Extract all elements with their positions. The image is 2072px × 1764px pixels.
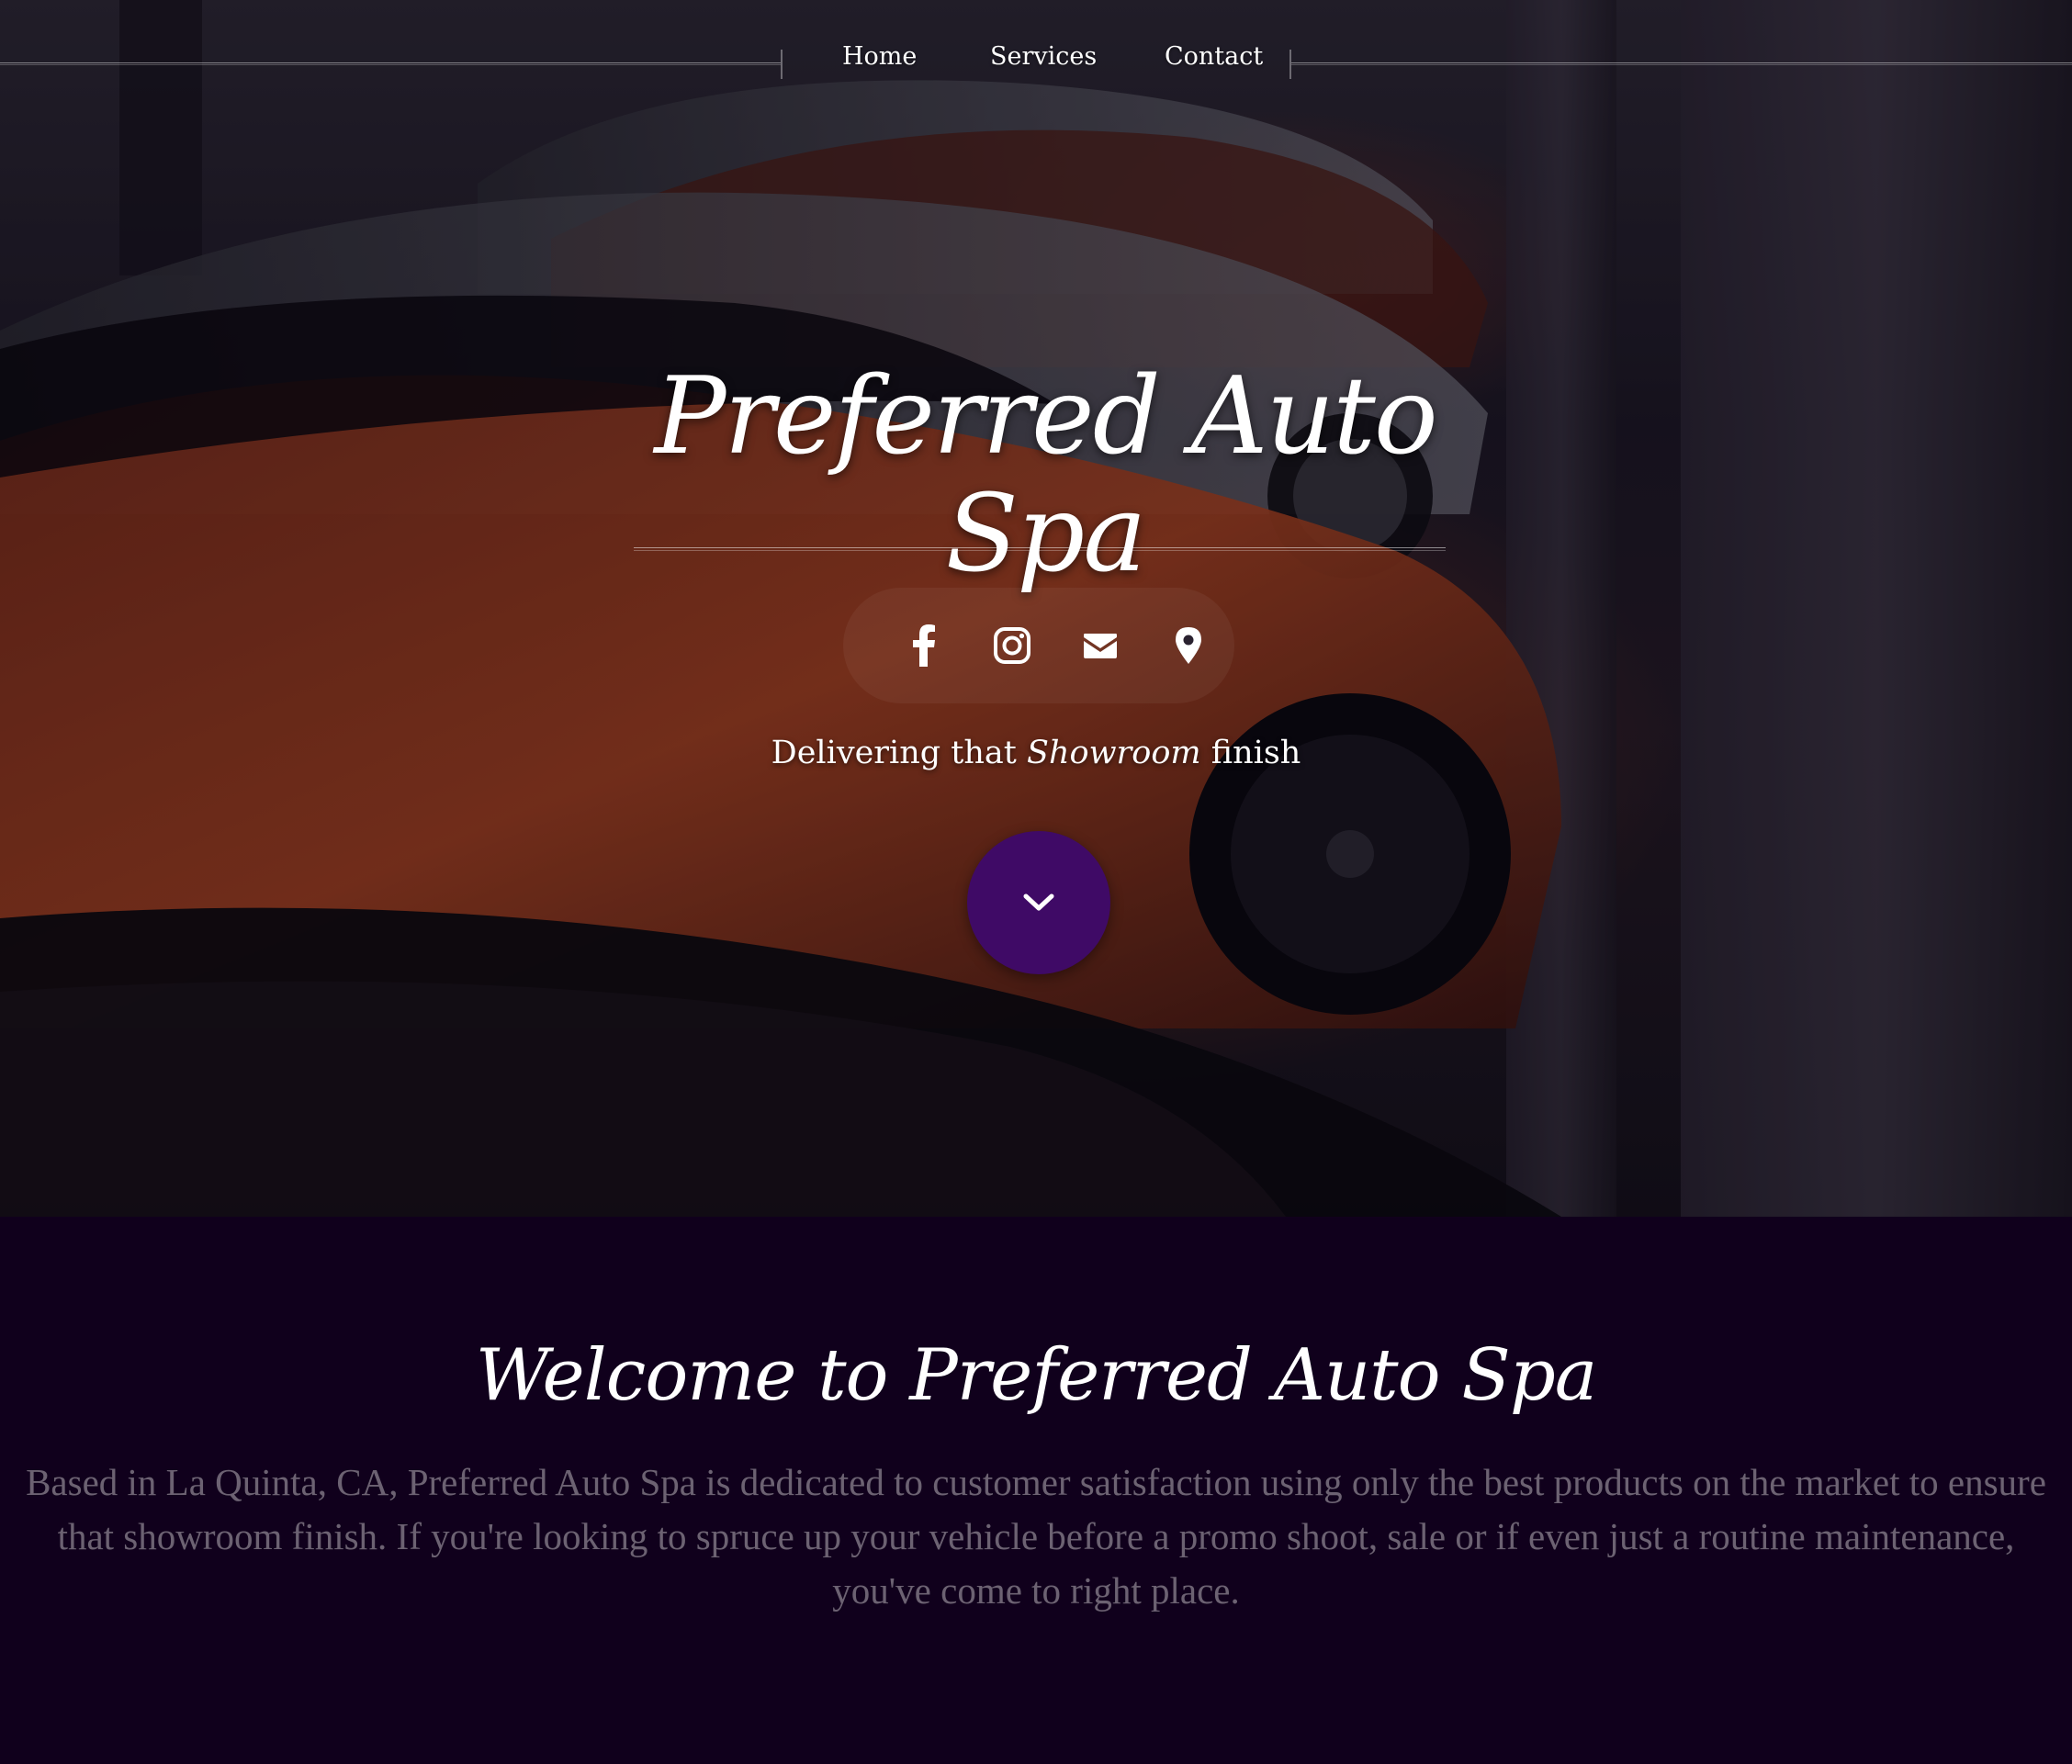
social-links: [843, 588, 1234, 703]
email-icon[interactable]: [1078, 624, 1122, 668]
welcome-body: Based in La Quinta, CA, Preferred Auto S…: [26, 1461, 2046, 1612]
hero-tagline: Delivering that Showroom finish: [735, 735, 1337, 771]
tagline-end: finish: [1211, 735, 1301, 771]
nav-divider-left: [0, 62, 781, 65]
brand-divider: [634, 547, 1446, 551]
instagram-icon[interactable]: [990, 624, 1034, 668]
tagline-emphasis: Showroom: [1026, 735, 1201, 771]
nav-separator-left: [781, 50, 783, 79]
location-pin-icon[interactable]: [1166, 624, 1211, 668]
welcome-section: Welcome to Preferred Auto Spa Based in L…: [0, 1217, 2072, 1764]
scroll-down-button[interactable]: [967, 831, 1110, 974]
hero-section: Home Services Contact Preferred Auto Spa…: [0, 0, 2072, 1217]
nav-divider-right: [1291, 62, 2072, 65]
nav-link-home[interactable]: Home: [842, 42, 917, 71]
chevron-down-icon: [1023, 893, 1054, 911]
nav-link-services[interactable]: Services: [990, 42, 1097, 71]
nav-link-contact[interactable]: Contact: [1165, 42, 1263, 71]
facebook-icon[interactable]: [902, 624, 946, 668]
welcome-title: Welcome to Preferred Auto Spa: [475, 1334, 1598, 1417]
tagline-lead: Delivering that: [771, 735, 1017, 771]
brand-title: Preferred Auto Spa: [654, 354, 1437, 596]
